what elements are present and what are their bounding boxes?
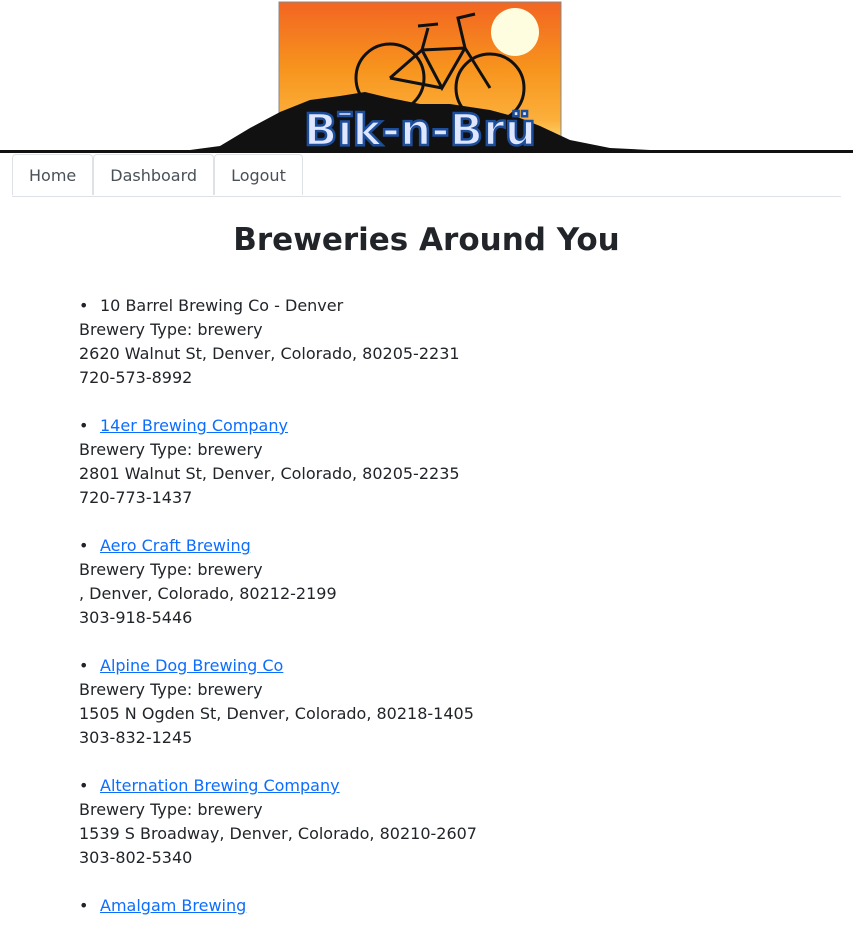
brewery-item: • 10 Barrel Brewing Co - Denver Brewery … <box>79 294 779 390</box>
bullet-icon: • <box>79 656 89 675</box>
brewery-type: Brewery Type: brewery <box>79 560 263 579</box>
brewery-item: • Amalgam Brewing <box>79 894 779 918</box>
nav-tabs: Home Dashboard Logout <box>12 154 841 197</box>
logo-text: Bīk-n-Brü <box>304 105 536 154</box>
brewery-name-link[interactable]: Aero Craft Brewing <box>100 534 251 558</box>
brewery-name-link[interactable]: Alpine Dog Brewing Co <box>100 654 283 678</box>
brewery-item: • Alpine Dog Brewing Co Brewery Type: br… <box>79 654 779 750</box>
bullet-icon: • <box>79 896 89 915</box>
bullet-icon: • <box>79 416 89 435</box>
brewery-address: 2620 Walnut St, Denver, Colorado, 80205-… <box>79 344 460 363</box>
bullet-icon: • <box>79 776 89 795</box>
brewery-phone: 720-573-8992 <box>79 368 193 387</box>
brewery-phone: 303-918-5446 <box>79 608 193 627</box>
tab-dashboard[interactable]: Dashboard <box>93 154 215 195</box>
tab-logout[interactable]: Logout <box>214 154 303 195</box>
brewery-name-link[interactable]: 14er Brewing Company <box>100 414 288 438</box>
bik-n-bru-logo: Bīk-n-Brü <box>190 1 650 154</box>
brewery-phone: 720-773-1437 <box>79 488 193 507</box>
brewery-phone: 303-832-1245 <box>79 728 193 747</box>
bullet-icon: • <box>79 536 89 555</box>
brewery-name-link[interactable]: Amalgam Brewing <box>100 894 246 918</box>
brewery-name: 10 Barrel Brewing Co - Denver <box>100 296 344 315</box>
brewery-item: • Aero Craft Brewing Brewery Type: brewe… <box>79 534 779 630</box>
brewery-list: • 10 Barrel Brewing Co - Denver Brewery … <box>79 294 779 942</box>
brewery-type: Brewery Type: brewery <box>79 800 263 819</box>
header-divider <box>0 150 853 153</box>
bullet-icon: • <box>79 296 89 315</box>
brewery-name-link[interactable]: Alternation Brewing Company <box>100 774 340 798</box>
brewery-item: • Alternation Brewing Company Brewery Ty… <box>79 774 779 870</box>
brewery-address: 1505 N Ogden St, Denver, Colorado, 80218… <box>79 704 474 723</box>
brewery-phone: 303-802-5340 <box>79 848 193 867</box>
brewery-type: Brewery Type: brewery <box>79 440 263 459</box>
site-header: Bīk-n-Brü <box>0 0 853 154</box>
page-title: Breweries Around You <box>233 222 620 258</box>
tab-home[interactable]: Home <box>12 154 94 195</box>
brewery-address: 2801 Walnut St, Denver, Colorado, 80205-… <box>79 464 460 483</box>
brewery-item: • 14er Brewing Company Brewery Type: bre… <box>79 414 779 510</box>
brewery-type: Brewery Type: brewery <box>79 680 263 699</box>
brewery-address: , Denver, Colorado, 80212-2199 <box>79 584 337 603</box>
brewery-type: Brewery Type: brewery <box>79 320 263 339</box>
brewery-address: 1539 S Broadway, Denver, Colorado, 80210… <box>79 824 477 843</box>
